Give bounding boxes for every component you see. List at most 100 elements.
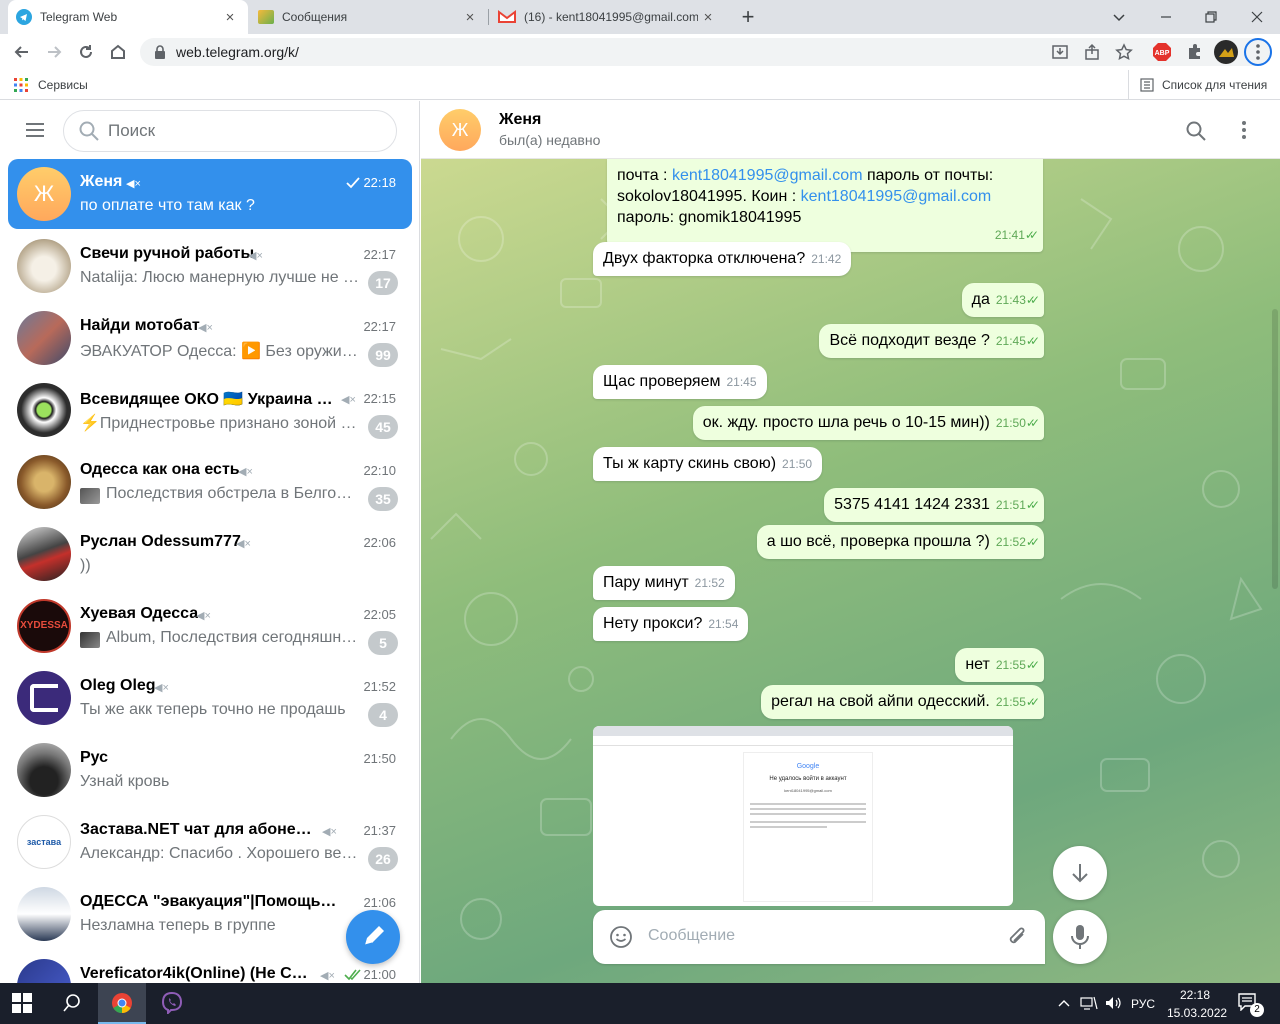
chat-name: Хуевая Одесса: [80, 605, 199, 622]
network-icon[interactable]: [1080, 995, 1098, 1011]
home-icon[interactable]: [104, 38, 132, 66]
muted-icon: ◀×: [322, 826, 337, 838]
tab-search-icon[interactable]: [1108, 6, 1130, 28]
notifications-icon[interactable]: 2: [1238, 993, 1264, 1017]
chat-list-item[interactable]: Рус 21:50 Узнай кровь: [8, 735, 412, 805]
chat-list-item[interactable]: Найди мотобат ◀× 22:17 ЭВАКУАТОР Одесса:…: [8, 303, 412, 373]
screenshot-tabbar: [593, 726, 1013, 736]
incoming-message[interactable]: Нету прокси? 21:54: [593, 607, 749, 641]
outgoing-message[interactable]: а шо всё, проверка прошла ?) 21:52✓✓: [756, 525, 1044, 559]
chat-list-item[interactable]: Ж Женя ◀× 22:18 по оплате что там как ?: [8, 159, 412, 229]
chat-header[interactable]: Ж Женя был(а) недавно: [421, 101, 1280, 159]
tab-messages[interactable]: Сообщения ×: [250, 0, 488, 34]
email-link[interactable]: kent18041995@gmail.com: [672, 167, 863, 184]
chat-list-item[interactable]: Oleg Oleg ◀× 21:52 Ты же акк теперь точн…: [8, 663, 412, 733]
chevron-up-icon[interactable]: [1056, 995, 1072, 1011]
incoming-message[interactable]: Ты ж карту скинь свою) 21:50: [593, 447, 823, 481]
close-tab-icon[interactable]: ×: [698, 9, 718, 26]
outgoing-message[interactable]: да 21:43✓✓: [961, 283, 1044, 317]
media-thumbnail: [80, 488, 100, 504]
taskbar-chrome-button[interactable]: [98, 983, 146, 1024]
message-text: пароль: gnomik18041995: [617, 209, 802, 226]
profile-avatar[interactable]: [1212, 38, 1240, 66]
outgoing-message[interactable]: Всё подходит везде ? 21:45✓✓: [819, 324, 1044, 358]
windows-taskbar: РУС 22:18 15.03.2022 2: [0, 983, 1280, 1024]
bookmark-star-icon[interactable]: [1110, 38, 1138, 66]
extensions-icon[interactable]: [1180, 38, 1208, 66]
chat-time: 22:05: [363, 607, 396, 622]
speaker-icon[interactable]: [1104, 995, 1122, 1011]
chat-list-item[interactable]: Руслан Odessum777 ◀× 22:06 )): [8, 519, 412, 589]
restore-icon[interactable]: [1200, 6, 1222, 28]
chat-list-item[interactable]: XYDESSA Хуевая Одесса ◀× 22:05 Album, По…: [8, 591, 412, 661]
incoming-message[interactable]: Щас проверяем 21:45: [593, 365, 767, 399]
outgoing-message[interactable]: регал на свой айпи одесский. 21:55✓✓: [761, 685, 1044, 719]
unread-badge: 17: [368, 271, 398, 295]
install-app-icon[interactable]: [1046, 38, 1074, 66]
avatar: [17, 455, 71, 509]
chat-preview: по оплате что там как ?: [80, 197, 255, 214]
voice-message-button[interactable]: [1053, 910, 1107, 964]
email-link[interactable]: kent18041995@gmail.com: [801, 188, 992, 205]
reading-list-button[interactable]: Список для чтения: [1140, 78, 1267, 92]
message-time: 21:54: [708, 617, 739, 631]
chat-preview: ЭВАКУАТОР Одесса: ▶️ Без оружи…: [80, 343, 358, 360]
avatar[interactable]: Ж: [439, 109, 481, 151]
apps-grid-icon: [14, 78, 28, 92]
message-time: 21:45: [995, 334, 1026, 348]
share-icon[interactable]: [1078, 38, 1106, 66]
adblock-icon[interactable]: ABP: [1148, 38, 1176, 66]
new-message-button[interactable]: [346, 910, 400, 964]
chat-list-item[interactable]: Свечи ручной работы ◀× 22:17 Natalija: Л…: [8, 231, 412, 301]
message-text: 5375 4141 1424 2331: [834, 496, 990, 513]
read-double-check-icon: ✓✓: [1025, 498, 1040, 512]
more-options-icon[interactable]: [1241, 120, 1247, 140]
close-window-icon[interactable]: [1246, 6, 1268, 28]
chat-list-item[interactable]: застава Застава.NET чат для абонентов ◀×…: [8, 807, 412, 877]
chat-time: 22:17: [363, 319, 396, 334]
incoming-message[interactable]: Пару минут 21:52: [593, 566, 735, 600]
windows-start-icon[interactable]: [12, 993, 32, 1013]
outgoing-message[interactable]: 5375 4141 1424 2331 21:51✓✓: [824, 488, 1044, 522]
read-double-check-icon: ✓✓: [1024, 228, 1039, 242]
close-tab-icon[interactable]: ×: [460, 9, 480, 26]
image-message[interactable]: Google Не удалось войти в аккаунт kent18…: [593, 726, 1013, 906]
reload-icon[interactable]: [72, 38, 100, 66]
scrollbar-thumb[interactable]: [1272, 309, 1278, 589]
back-icon[interactable]: [8, 38, 36, 66]
tab-telegram[interactable]: Telegram Web ×: [8, 0, 248, 34]
clock-date[interactable]: 15.03.2022: [1167, 1006, 1227, 1020]
incoming-message[interactable]: Двух факторка отключена? 21:42: [593, 242, 852, 276]
chat-preview: Узнай кровь: [80, 773, 170, 790]
close-tab-icon[interactable]: ×: [220, 9, 240, 26]
read-double-check-icon: ✓✓: [1025, 695, 1040, 709]
scroll-to-bottom-button[interactable]: [1053, 846, 1107, 900]
chat-list-item[interactable]: Одесса как она есть ◀× 22:10 Последствия…: [8, 447, 412, 517]
screenshot-login-card: Google Не удалось войти в аккаунт kent18…: [743, 752, 873, 902]
notification-count-badge: 2: [1250, 1003, 1264, 1017]
taskbar-viber-button[interactable]: [148, 983, 196, 1024]
outgoing-message[interactable]: нет 21:55✓✓: [955, 648, 1044, 682]
forward-icon[interactable]: [40, 38, 68, 66]
tab-gmail[interactable]: (16) - kent18041995@gmail.com ×: [490, 0, 726, 34]
message-time: 21:45: [726, 375, 757, 389]
message-composer[interactable]: Сообщение: [593, 910, 1045, 964]
apps-shortcut[interactable]: Сервисы: [14, 78, 88, 92]
message-area[interactable]: почта : kent18041995@gmail.com пароль от…: [421, 159, 1280, 983]
hamburger-menu-icon[interactable]: [24, 121, 48, 141]
new-tab-button[interactable]: +: [736, 5, 760, 29]
minimize-icon[interactable]: [1155, 6, 1177, 28]
clock-time[interactable]: 22:18: [1180, 988, 1210, 1002]
search-icon[interactable]: [1185, 120, 1207, 142]
message-input[interactable]: Сообщение: [648, 927, 735, 945]
search-icon[interactable]: [62, 993, 82, 1013]
outgoing-message[interactable]: ок. жду. просто шла речь о 10-15 мин)) 21…: [692, 406, 1044, 440]
emoji-icon[interactable]: [609, 925, 633, 949]
browser-menu-icon[interactable]: [1244, 38, 1272, 66]
attach-icon[interactable]: [1007, 925, 1029, 949]
chat-list-item[interactable]: Всевидящее ОКО 🇺🇦 Украина во… ◀× 22:15 ⚡…: [8, 375, 412, 445]
chat-time: 21:50: [363, 751, 396, 766]
search-input[interactable]: Поиск: [63, 110, 397, 152]
input-language[interactable]: РУС: [1131, 997, 1155, 1011]
outgoing-message[interactable]: почта : kent18041995@gmail.com пароль от…: [607, 159, 1043, 252]
